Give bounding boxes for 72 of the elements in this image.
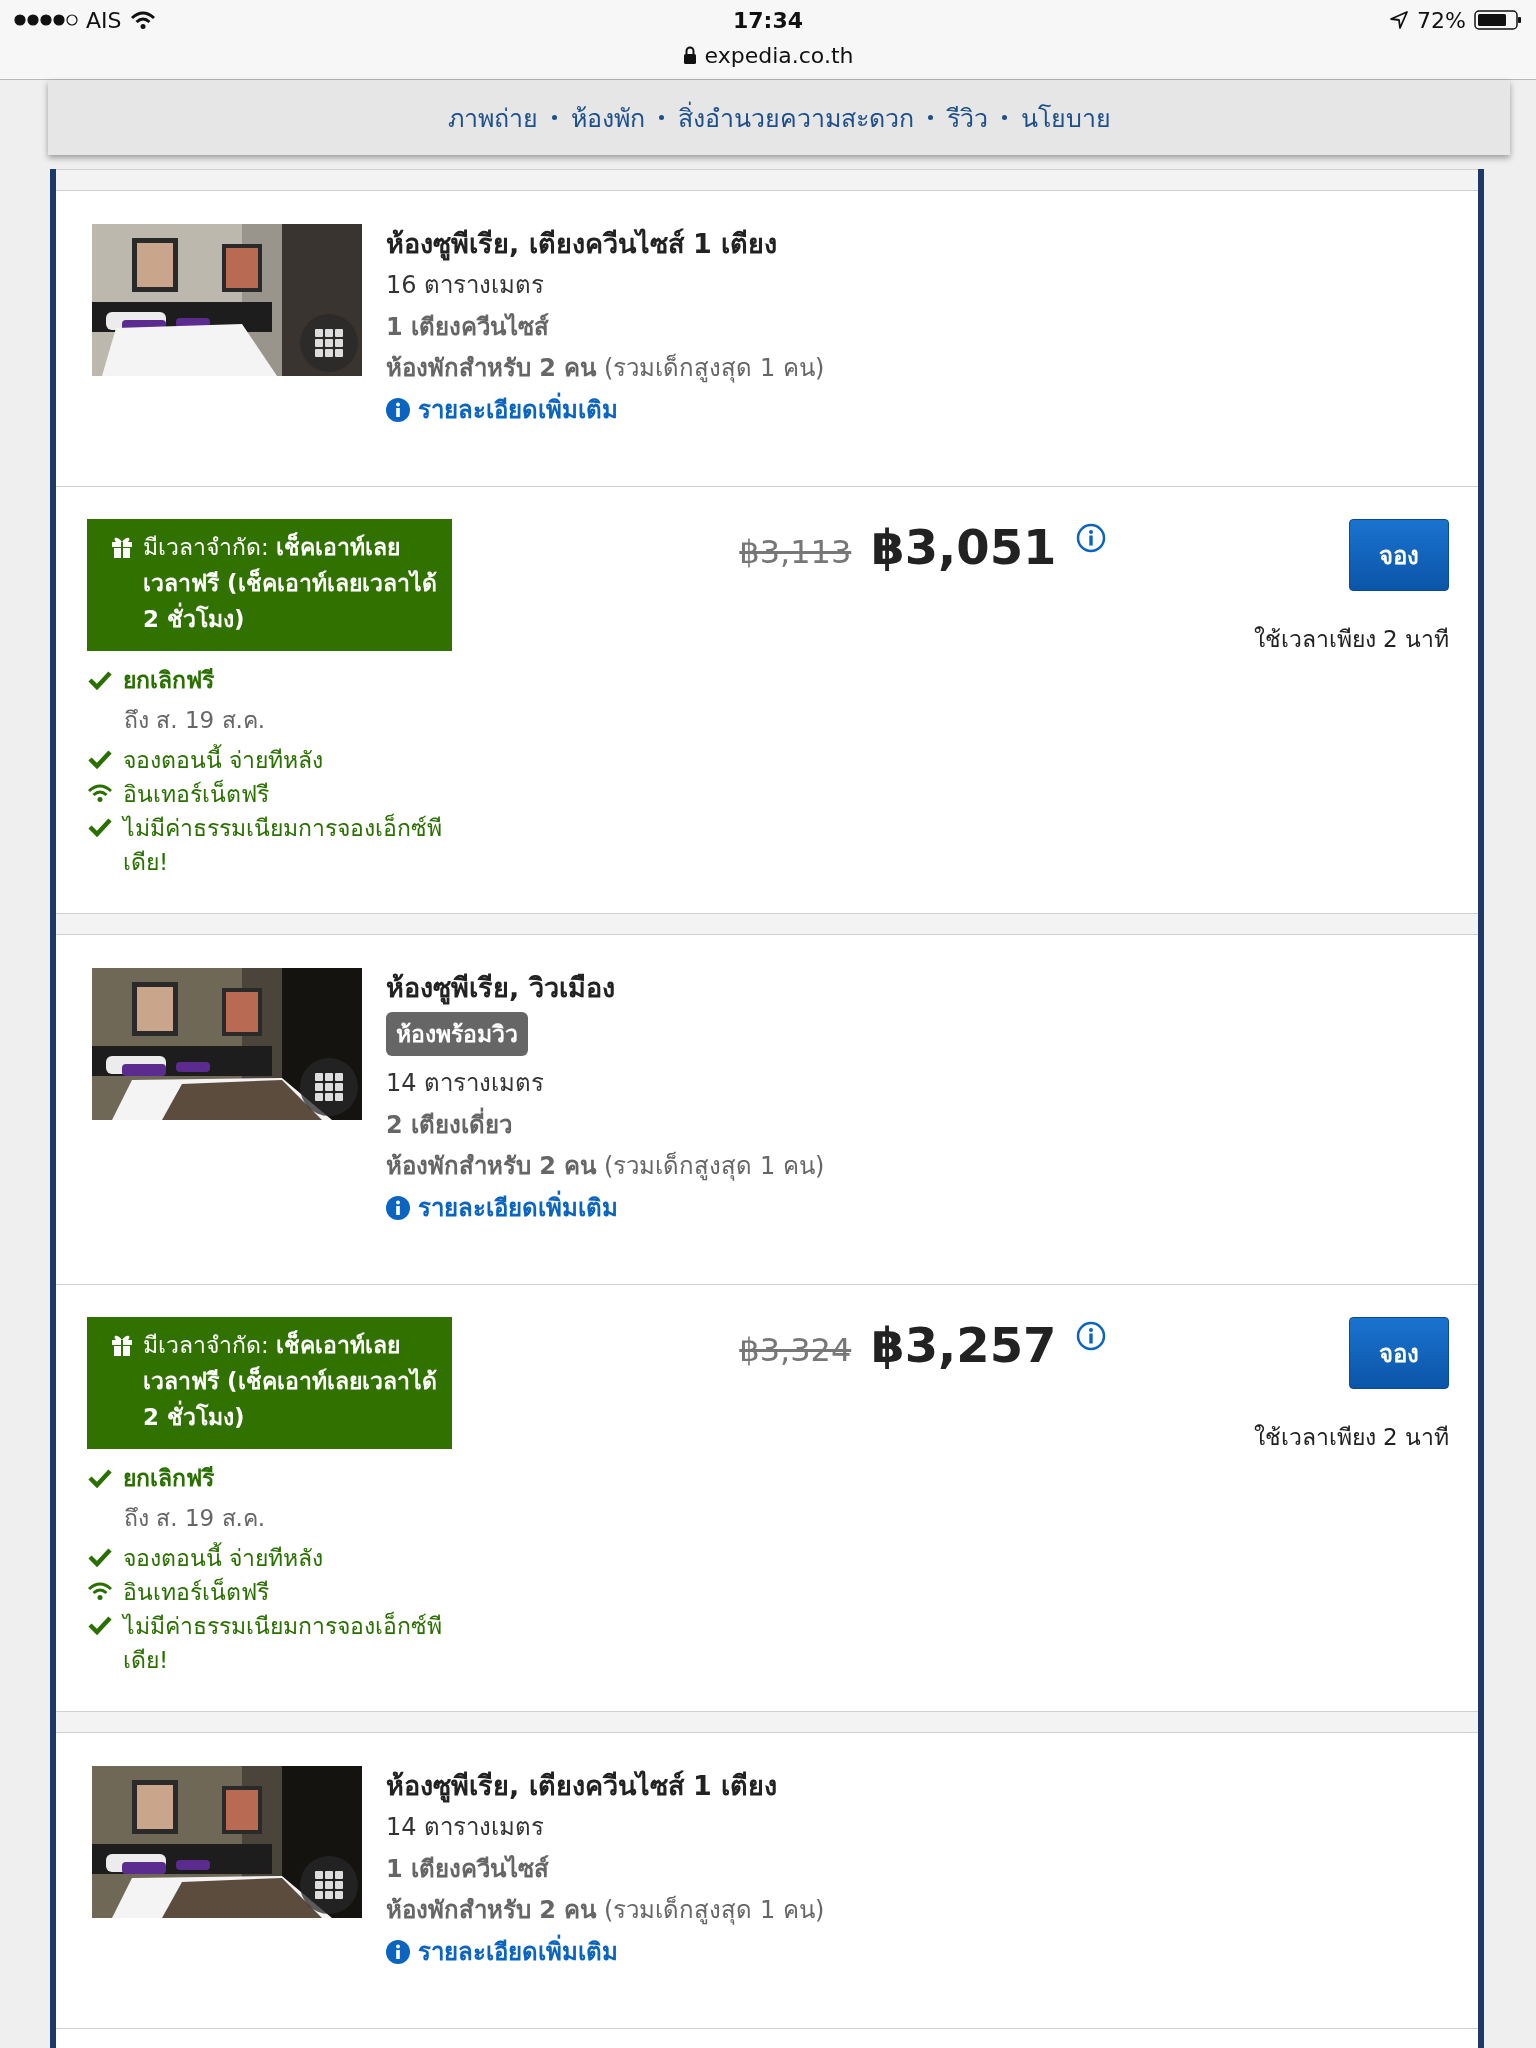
page-url: expedia.co.th: [704, 42, 854, 68]
check-icon: [87, 817, 113, 837]
original-price: ฿3,324: [739, 1331, 852, 1369]
room-title: ห้องซูพีเรีย, เตียงควีนไซส์ 1 เตียง: [386, 227, 778, 263]
perk-text: ไม่มีค่าธรรมเนียมการจองเอ็กซ์พีเดีย!: [123, 812, 443, 877]
room-size: 16 ตารางเมตร: [386, 270, 545, 301]
bed-type: 1 เตียงควีนไซส์: [386, 312, 550, 343]
booking-time-note: ใช้เวลาเพียง 2 นาที: [1253, 1423, 1449, 1452]
bed-type: 1 เตียงควีนไซส์: [386, 1854, 550, 1885]
cancellation-deadline: ถึง ส. 19 ส.ค.: [123, 706, 267, 735]
room-title: ห้องซูพีเรีย, วิวเมือง: [386, 971, 615, 1007]
bed-type: 2 เตียงเดี่ยว: [386, 1104, 513, 1146]
separator-dot: [1001, 115, 1007, 120]
wifi-icon: [87, 1581, 113, 1601]
occupancy-text: ห้องพักสำหรับ 2 คน (รวมเด็กสูงสุด 1 คน): [386, 352, 825, 385]
gallery-icon[interactable]: [300, 1058, 358, 1116]
details-link[interactable]: รายละเอียดเพิ่มเติม: [386, 1930, 618, 1974]
room-size: 14 ตารางเมตร: [386, 1068, 545, 1099]
clock-time: 17:34: [733, 7, 803, 33]
cancellation-deadline: ถึง ส. 19 ส.ค.: [123, 1504, 267, 1533]
battery-icon: [1474, 10, 1522, 30]
battery-percent: 72%: [1417, 7, 1466, 33]
promo-text: มีเวลาจำกัด: เช็คเอาท์เลยเวลาฟรี (เช็คเอาท์เลยเวลาได้ 2 ชั่วโมง): [143, 1329, 438, 1432]
info-icon: [386, 398, 410, 422]
room-badge: ห้องพร้อมวิว: [386, 1012, 528, 1056]
free-cancellation: ยกเลิกฟรี: [123, 1464, 214, 1493]
nav-link[interactable]: ห้องพัก: [570, 97, 645, 138]
occupancy-text: ห้องพักสำหรับ 2 คน (รวมเด็กสูงสุด 1 คน): [386, 1150, 825, 1183]
wifi-signal-icon: [129, 10, 156, 30]
perk-text: อินเทอร์เน็ตฟรี: [123, 1576, 269, 1607]
occupancy-text: ห้องพักสำหรับ 2 คน (รวมเด็กสูงสุด 1 คน): [386, 1894, 825, 1927]
separator-dot: [551, 115, 557, 120]
details-link[interactable]: รายละเอียดเพิ่มเติม: [386, 1186, 618, 1230]
perk-text: จองตอนนี้ จ่ายทีหลัง: [123, 743, 324, 777]
info-icon: [386, 1940, 410, 1964]
nav-link[interactable]: รีวิว: [946, 97, 988, 138]
booking-time-note: ใช้เวลาเพียง 2 นาที: [1253, 625, 1449, 654]
signal-icon: [14, 14, 78, 26]
check-icon: [87, 749, 113, 769]
promo-text: มีเวลาจำกัด: เช็คเอาท์เลยเวลาฟรี (เช็คเอาท์เลยเวลาได้ 2 ชั่วโมง): [143, 531, 438, 634]
price: ฿3,051: [871, 519, 1057, 575]
check-icon: [87, 1468, 113, 1488]
room-title: ห้องซูพีเรีย, เตียงควีนไซส์ 1 เตียง: [386, 1769, 778, 1805]
check-icon: [87, 1615, 113, 1635]
location-arrow-icon: [1389, 10, 1410, 30]
carrier-name: AIS: [86, 7, 122, 33]
nav-link[interactable]: ภาพถ่าย: [447, 97, 538, 138]
details-link[interactable]: รายละเอียดเพิ่มเติม: [386, 388, 618, 432]
book-button[interactable]: จอง: [1349, 519, 1449, 591]
price: ฿3,257: [871, 1317, 1057, 1373]
perk-text: จองตอนนี้ จ่ายทีหลัง: [123, 1541, 324, 1575]
wifi-icon: [87, 783, 113, 803]
info-icon[interactable]: [1076, 1321, 1107, 1351]
info-icon[interactable]: [1076, 523, 1107, 553]
nav-link[interactable]: นโยบาย: [1020, 97, 1111, 138]
check-icon: [87, 670, 113, 690]
info-icon: [386, 1196, 410, 1220]
free-cancellation: ยกเลิกฟรี: [123, 666, 214, 695]
book-button[interactable]: จอง: [1349, 1317, 1449, 1389]
perk-text: อินเทอร์เน็ตฟรี: [123, 778, 269, 809]
perk-text: ไม่มีค่าธรรมเนียมการจองเอ็กซ์พีเดีย!: [123, 1610, 443, 1675]
gallery-icon[interactable]: [300, 314, 358, 372]
original-price: ฿3,113: [739, 533, 852, 571]
gallery-icon[interactable]: [300, 1856, 358, 1914]
room-size: 14 ตารางเมตร: [386, 1812, 545, 1843]
separator-dot: [658, 115, 664, 120]
check-icon: [87, 1547, 113, 1567]
gift-icon: [111, 1333, 133, 1357]
gift-icon: [111, 535, 133, 559]
nav-link[interactable]: สิ่งอำนวยความสะดวก: [677, 97, 914, 138]
lock-icon: [682, 46, 697, 64]
separator-dot: [927, 115, 933, 120]
